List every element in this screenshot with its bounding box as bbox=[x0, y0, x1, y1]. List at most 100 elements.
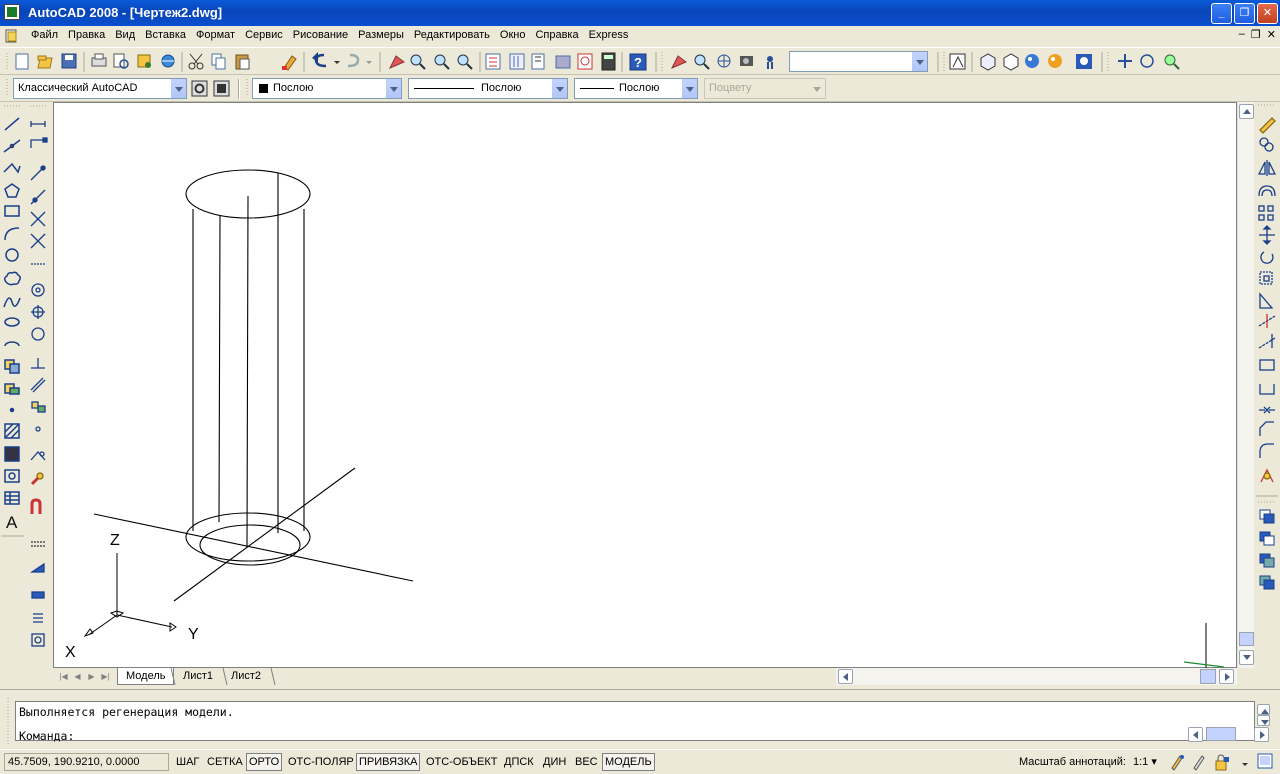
pan-icon bbox=[670, 55, 687, 69]
tab-outlines bbox=[170, 668, 276, 686]
view-box-icon bbox=[980, 53, 996, 71]
ellipse-arc-icon bbox=[4, 341, 20, 347]
cmd-scroll-left-button[interactable] bbox=[1188, 727, 1203, 742]
arc-icon bbox=[4, 227, 20, 241]
horizontal-scroll-thumb[interactable] bbox=[1200, 669, 1216, 684]
cmd-scroll-down-button[interactable] bbox=[1257, 715, 1270, 726]
scroll-left-button[interactable] bbox=[838, 669, 853, 684]
hatch-icon bbox=[4, 423, 20, 439]
vertical-scroll-thumb[interactable] bbox=[1239, 632, 1254, 646]
tab-last-button[interactable]: ▶| bbox=[99, 670, 112, 683]
command-text-area[interactable]: Выполняется регенерация модели. Команда: bbox=[15, 701, 1270, 744]
extend-icon bbox=[1258, 334, 1276, 349]
revision-cloud-icon bbox=[3, 271, 22, 286]
3d-dwf-icon bbox=[161, 54, 175, 68]
move-icon bbox=[1259, 225, 1275, 245]
cmd-scroll-up-button[interactable] bbox=[1257, 704, 1270, 715]
close-button[interactable]: ✕ bbox=[1257, 3, 1278, 24]
sheet-set-icon bbox=[555, 55, 571, 69]
svg-text:?: ? bbox=[634, 55, 642, 70]
tab-prev-button[interactable]: ◀ bbox=[71, 670, 84, 683]
lock-icon bbox=[1215, 754, 1229, 771]
autocad-app-icon[interactable] bbox=[4, 4, 20, 20]
circle-icon bbox=[5, 248, 19, 262]
scroll-down-button[interactable] bbox=[1239, 650, 1254, 665]
status-toggle-8[interactable]: ВЕС bbox=[572, 753, 601, 771]
menu-item-10[interactable]: Справка bbox=[530, 28, 583, 43]
horizontal-scrollbar[interactable] bbox=[836, 668, 1237, 685]
color-dropdown[interactable]: Послою bbox=[252, 78, 402, 99]
cylinder-inner-line-1 bbox=[218, 214, 221, 523]
menu-item-7[interactable]: Размеры bbox=[353, 28, 409, 43]
status-toggle-0[interactable]: ШАГ bbox=[173, 753, 202, 771]
menu-item-3[interactable]: Вставка bbox=[140, 28, 191, 43]
status-bar: 45.7509, 190.9210, 0.0000 ШАГ СЕТКА ОРТО ОТ… bbox=[0, 749, 1280, 774]
lineweight-dropdown[interactable]: Послою bbox=[574, 78, 698, 99]
tab-first-button[interactable]: |◀ bbox=[57, 670, 70, 683]
status-toggle-1[interactable]: СЕТКА bbox=[204, 753, 246, 771]
drawing-canvas[interactable]: Z Y X bbox=[53, 102, 1237, 669]
cmd-scroll-right-button[interactable] bbox=[1254, 727, 1269, 742]
status-toggle-6[interactable]: ДПСК bbox=[501, 753, 537, 771]
menu-item-8[interactable]: Редактировать bbox=[409, 28, 495, 43]
menu-bar: Файл Правка Вид Вставка Формат Сервис Рисовани… bbox=[0, 26, 1280, 46]
open-icon bbox=[37, 55, 53, 69]
toolbar-separator bbox=[238, 79, 240, 99]
linetype-dropdown[interactable]: Послою bbox=[408, 78, 568, 99]
array-icon bbox=[1258, 205, 1274, 221]
document-icon[interactable] bbox=[4, 28, 20, 44]
arc-length-icon bbox=[30, 165, 46, 181]
status-toggle-7[interactable]: ДИН bbox=[540, 753, 569, 771]
cmd-scroll-thumb[interactable] bbox=[1206, 727, 1236, 741]
status-toggle-9[interactable]: МОДЕЛЬ bbox=[602, 753, 655, 771]
3d-pan-icon bbox=[1118, 54, 1132, 68]
doc-minimize-button[interactable]: – bbox=[1239, 28, 1245, 41]
menu-item-0[interactable]: Файл bbox=[26, 28, 63, 43]
annotation-visibility-icon bbox=[1171, 755, 1184, 771]
scroll-up-button[interactable] bbox=[1239, 104, 1254, 119]
menu-item-4[interactable]: Формат bbox=[191, 28, 240, 43]
status-toggle-4[interactable]: ПРИВЯЗКА bbox=[356, 753, 421, 771]
render-window-icon bbox=[1076, 54, 1092, 69]
status-toggle-2[interactable]: ОРТО bbox=[246, 753, 283, 771]
command-prompt[interactable]: Команда: bbox=[19, 728, 74, 744]
menu-item-2[interactable]: Вид bbox=[110, 28, 140, 43]
named-view-dropdown[interactable] bbox=[789, 51, 928, 72]
vertical-scrollbar[interactable] bbox=[1237, 102, 1254, 668]
scroll-right-button[interactable] bbox=[1219, 669, 1234, 684]
coordinates-display[interactable]: 45.7509, 190.9210, 0.0000 bbox=[4, 753, 169, 771]
offset-icon bbox=[1258, 185, 1276, 197]
maximize-button[interactable]: ❐ bbox=[1234, 3, 1255, 24]
status-toggle-5[interactable]: ОТС-ОБЪЕКТ bbox=[423, 753, 500, 771]
erase-icon bbox=[1259, 117, 1276, 134]
menu-item-6[interactable]: Рисование bbox=[288, 28, 353, 43]
pan-realtime-icon bbox=[388, 55, 405, 69]
minimize-button[interactable]: _ bbox=[1211, 3, 1232, 24]
tab-next-button[interactable]: ▶ bbox=[85, 670, 98, 683]
send-under-icon bbox=[1259, 575, 1275, 590]
workspace-dropdown[interactable]: Классический AutoCAD bbox=[13, 78, 187, 99]
menu-item-9[interactable]: Окно bbox=[495, 28, 531, 43]
plotstyle-dropdown[interactable]: Поцвету bbox=[704, 78, 826, 99]
status-toggle-3[interactable]: ОТС-ПОЛЯР bbox=[285, 753, 357, 771]
bring-above-icon bbox=[1259, 553, 1275, 568]
doc-close-button[interactable]: ✕ bbox=[1267, 28, 1276, 41]
annotation-scale-value[interactable]: 1:1 ▾ bbox=[1133, 754, 1157, 770]
radius-dim-icon bbox=[30, 211, 46, 227]
workspace-save-icon[interactable] bbox=[212, 79, 232, 99]
clean-screen-icon bbox=[1257, 753, 1273, 769]
menu-item-5[interactable]: Сервис bbox=[240, 28, 288, 43]
plot-preview-icon bbox=[113, 53, 129, 69]
plot-icon bbox=[91, 53, 107, 67]
menu-item-11[interactable]: Express bbox=[584, 28, 634, 43]
dim-style-icon bbox=[31, 541, 45, 547]
workspace-settings-icon[interactable] bbox=[190, 79, 210, 99]
dim-update-icon bbox=[30, 498, 42, 514]
stretch-icon bbox=[1259, 292, 1274, 309]
draw-order-back-icon bbox=[1259, 531, 1275, 546]
publish-icon bbox=[137, 54, 151, 68]
rotate-icon bbox=[1260, 251, 1274, 264]
doc-restore-button[interactable]: ❐ bbox=[1251, 28, 1261, 41]
lineweight-preview bbox=[580, 88, 614, 89]
menu-item-1[interactable]: Правка bbox=[63, 28, 110, 43]
